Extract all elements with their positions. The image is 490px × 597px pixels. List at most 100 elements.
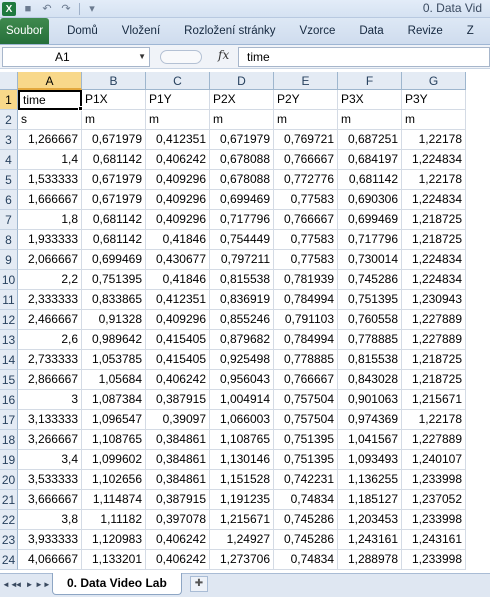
table-cell[interactable]: 1,230943 (402, 290, 466, 310)
tab-6[interactable]: Revize (396, 18, 455, 44)
table-cell[interactable]: 0,41846 (146, 230, 210, 250)
column-header-a[interactable]: A (18, 72, 82, 90)
row-header[interactable]: 6 (0, 190, 18, 210)
table-cell[interactable]: 2,066667 (18, 250, 82, 270)
table-cell[interactable]: P2Y (274, 90, 338, 110)
table-cell[interactable]: 0,409296 (146, 210, 210, 230)
row-header[interactable]: 2 (0, 110, 18, 130)
table-cell[interactable]: 1,093493 (338, 450, 402, 470)
row-header[interactable]: 7 (0, 210, 18, 230)
table-cell[interactable]: 1,041567 (338, 430, 402, 450)
row-header[interactable]: 10 (0, 270, 18, 290)
table-cell[interactable]: 1,240107 (402, 450, 466, 470)
table-cell[interactable]: 3,666667 (18, 490, 82, 510)
tab-7[interactable]: Z (455, 18, 486, 44)
table-cell[interactable]: 1,224834 (402, 190, 466, 210)
table-cell[interactable]: 0,772776 (274, 170, 338, 190)
table-cell[interactable]: 0,678088 (210, 170, 274, 190)
table-cell[interactable]: 0,757504 (274, 390, 338, 410)
table-cell[interactable]: 1,933333 (18, 230, 82, 250)
table-cell[interactable]: 1,053785 (82, 350, 146, 370)
table-cell[interactable]: 1,102656 (82, 470, 146, 490)
table-cell[interactable]: 1,224834 (402, 150, 466, 170)
table-cell[interactable]: 1,233998 (402, 470, 466, 490)
chevron-down-icon[interactable]: ▼ (138, 48, 146, 66)
table-cell[interactable]: 0,409296 (146, 170, 210, 190)
row-header[interactable]: 24 (0, 550, 18, 570)
table-cell[interactable]: 0,384861 (146, 450, 210, 470)
table-cell[interactable]: 1,120983 (82, 530, 146, 550)
table-cell[interactable]: 0,742231 (274, 470, 338, 490)
row-header[interactable]: 19 (0, 450, 18, 470)
table-cell[interactable]: 2,2 (18, 270, 82, 290)
table-cell[interactable]: 1,114874 (82, 490, 146, 510)
insert-sheet-icon[interactable]: ✚ (190, 576, 208, 592)
table-cell[interactable]: 0,415405 (146, 350, 210, 370)
table-cell[interactable]: 1,533333 (18, 170, 82, 190)
formula-bar-grip[interactable] (160, 50, 202, 64)
table-cell[interactable]: 0,833865 (82, 290, 146, 310)
last-sheet-icon[interactable]: ►► (35, 578, 51, 592)
table-cell[interactable]: 0,730014 (338, 250, 402, 270)
table-cell[interactable]: 0,784994 (274, 330, 338, 350)
table-cell[interactable]: 0,717796 (338, 230, 402, 250)
table-cell[interactable]: 1,108765 (210, 430, 274, 450)
table-cell[interactable]: 1,266667 (18, 130, 82, 150)
table-cell[interactable]: 1,151528 (210, 470, 274, 490)
row-header[interactable]: 17 (0, 410, 18, 430)
table-cell[interactable]: 0,778885 (338, 330, 402, 350)
table-cell[interactable]: 1,218725 (402, 230, 466, 250)
table-cell[interactable]: 0,687251 (338, 130, 402, 150)
row-header[interactable]: 23 (0, 530, 18, 550)
table-cell[interactable]: 0,760558 (338, 310, 402, 330)
table-cell[interactable]: 1,215671 (210, 510, 274, 530)
table-cell[interactable]: 0,974369 (338, 410, 402, 430)
table-cell[interactable]: 0,409296 (146, 310, 210, 330)
table-cell[interactable]: 0,717796 (210, 210, 274, 230)
next-sheet-icon[interactable]: ► (24, 578, 35, 592)
row-header[interactable]: 3 (0, 130, 18, 150)
insert-function-icon[interactable]: fx (218, 48, 229, 62)
table-cell[interactable]: 3,266667 (18, 430, 82, 450)
table-cell[interactable]: 1,004914 (210, 390, 274, 410)
table-cell[interactable]: 1,218725 (402, 210, 466, 230)
table-cell[interactable]: 1,218725 (402, 350, 466, 370)
prev-sheet-icon[interactable]: ◄ (13, 578, 24, 592)
table-cell[interactable]: 0,384861 (146, 470, 210, 490)
table-cell[interactable]: 0,699469 (82, 250, 146, 270)
table-cell[interactable]: 1,185127 (338, 490, 402, 510)
table-cell[interactable]: 3,4 (18, 450, 82, 470)
tab-3[interactable]: Rozložení stránky (172, 18, 287, 44)
table-cell[interactable]: 0,412351 (146, 290, 210, 310)
table-cell[interactable]: 0,778885 (274, 350, 338, 370)
table-cell[interactable]: 1,224834 (402, 270, 466, 290)
table-cell[interactable]: 1,227889 (402, 330, 466, 350)
table-cell[interactable]: 0,754449 (210, 230, 274, 250)
table-cell[interactable]: 0,784994 (274, 290, 338, 310)
table-cell[interactable]: 2,6 (18, 330, 82, 350)
table-cell[interactable]: 0,384861 (146, 430, 210, 450)
table-cell[interactable]: 1,22178 (402, 170, 466, 190)
undo-icon[interactable]: ↶ (40, 2, 54, 16)
active-cell[interactable]: time (18, 90, 82, 110)
row-header[interactable]: 8 (0, 230, 18, 250)
table-cell[interactable]: 0,699469 (210, 190, 274, 210)
table-cell[interactable]: 3,933333 (18, 530, 82, 550)
row-header[interactable]: 18 (0, 430, 18, 450)
table-cell[interactable]: 1,066003 (210, 410, 274, 430)
table-cell[interactable]: 1,096547 (82, 410, 146, 430)
table-cell[interactable]: 0,397078 (146, 510, 210, 530)
table-cell[interactable]: 0,879682 (210, 330, 274, 350)
table-cell[interactable]: m (210, 110, 274, 130)
table-cell[interactable]: 0,766667 (274, 370, 338, 390)
column-header-d[interactable]: D (210, 72, 274, 90)
excel-icon[interactable]: X (2, 2, 16, 16)
table-cell[interactable]: 0,815538 (338, 350, 402, 370)
table-cell[interactable]: 1,136255 (338, 470, 402, 490)
table-cell[interactable]: 1,227889 (402, 430, 466, 450)
table-cell[interactable]: 0,769721 (274, 130, 338, 150)
table-cell[interactable]: 0,901063 (338, 390, 402, 410)
table-cell[interactable]: 3,8 (18, 510, 82, 530)
table-cell[interactable]: P3X (338, 90, 402, 110)
table-cell[interactable]: 1,218725 (402, 370, 466, 390)
